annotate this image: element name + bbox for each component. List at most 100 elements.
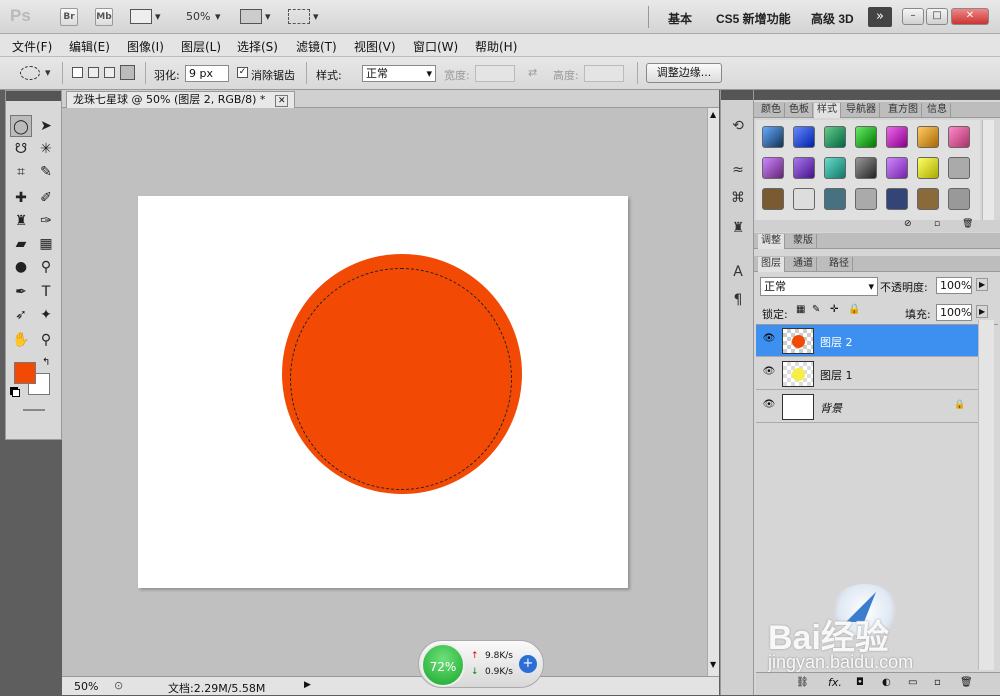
style-swatch[interactable] xyxy=(793,157,815,179)
layer-name[interactable]: 图层 1 xyxy=(820,367,853,383)
opacity-slider-icon[interactable]: ▶ xyxy=(976,278,989,291)
new-selection-icon[interactable] xyxy=(72,67,83,78)
eyedropper-tool-icon[interactable]: ✎ xyxy=(35,161,57,183)
menu-file[interactable]: 文件(F) xyxy=(12,38,52,55)
hand-tool-icon[interactable]: ✋ xyxy=(10,329,32,351)
menu-select[interactable]: 选择(S) xyxy=(237,38,278,55)
mini-bridge-button[interactable]: Mb xyxy=(95,8,113,26)
menu-filter[interactable]: 滤镜(T) xyxy=(296,38,337,55)
refine-edge-button[interactable]: 调整边缘... xyxy=(646,63,722,83)
brush-tool-icon[interactable]: ✐ xyxy=(35,187,57,209)
lasso-tool-icon[interactable]: ☋ xyxy=(10,138,32,160)
more-workspaces-button[interactable]: » xyxy=(868,7,892,27)
crop-tool-icon[interactable]: ⌗ xyxy=(10,161,32,183)
workspace-cs5-new[interactable]: CS5 新增功能 xyxy=(716,10,791,27)
gradient-tool-icon[interactable]: ▦ xyxy=(35,233,57,255)
character-icon[interactable]: A xyxy=(729,264,747,282)
dropdown-arrow-icon[interactable]: ▾ xyxy=(155,10,161,23)
bridge-button[interactable]: Br xyxy=(60,8,78,26)
scroll-up-icon[interactable]: ▲ xyxy=(710,110,716,119)
tab-styles[interactable]: 样式 xyxy=(814,103,841,118)
paragraph-icon[interactable]: ¶ xyxy=(729,292,747,310)
path-selection-tool-icon[interactable]: ➶ xyxy=(10,304,32,326)
healing-brush-tool-icon[interactable]: ✚ xyxy=(10,187,32,209)
zoom-level[interactable]: 50% xyxy=(186,10,210,23)
menu-image[interactable]: 图像(I) xyxy=(127,38,164,55)
layer-row-layer1[interactable]: 👁 图层 1 xyxy=(756,358,978,390)
tab-histogram[interactable]: 直方图 xyxy=(885,103,922,118)
tab-swatches[interactable]: 色板 xyxy=(786,103,813,118)
tab-layers[interactable]: 图层 xyxy=(758,257,785,272)
brush-panel-icon[interactable]: ⌘ xyxy=(729,190,747,208)
visibility-eye-icon[interactable]: 👁 xyxy=(762,333,776,347)
lock-transparent-icon[interactable]: ▦ xyxy=(796,304,805,315)
clone-source-icon[interactable]: ♜ xyxy=(729,220,747,238)
menu-help[interactable]: 帮助(H) xyxy=(475,38,517,55)
pen-tool-icon[interactable]: ✒ xyxy=(10,281,32,303)
menu-window[interactable]: 窗口(W) xyxy=(413,38,458,55)
vertical-scrollbar[interactable]: ▲ ▼ xyxy=(707,108,719,676)
style-swatch[interactable] xyxy=(886,126,908,148)
style-swatch[interactable] xyxy=(824,126,846,148)
menu-view[interactable]: 视图(V) xyxy=(354,38,396,55)
fill-input[interactable]: 100% xyxy=(936,304,972,321)
quick-mask-icon[interactable] xyxy=(23,409,45,411)
clear-style-icon[interactable]: ⊘ xyxy=(904,219,912,229)
close-tab-icon[interactable]: ✕ xyxy=(274,95,289,107)
elliptical-marquee-icon[interactable] xyxy=(20,66,40,80)
tab-paths[interactable]: 路径 xyxy=(826,257,853,272)
tab-adjustments[interactable]: 调整 xyxy=(758,234,785,249)
blur-tool-icon[interactable]: ● xyxy=(10,256,32,278)
brush-presets-icon[interactable]: ≈ xyxy=(729,162,747,180)
style-swatch[interactable] xyxy=(948,157,970,179)
arrange-documents-icon[interactable] xyxy=(240,9,262,24)
visibility-eye-icon[interactable]: 👁 xyxy=(762,399,776,413)
style-swatch[interactable] xyxy=(824,157,846,179)
style-swatch[interactable] xyxy=(886,188,908,210)
default-colors-icon[interactable] xyxy=(12,389,20,397)
new-style-icon[interactable]: ▫ xyxy=(934,219,940,229)
status-zoom[interactable]: 50% xyxy=(74,680,98,693)
style-swatch[interactable] xyxy=(855,188,877,210)
style-swatch[interactable] xyxy=(917,126,939,148)
style-swatch[interactable] xyxy=(886,157,908,179)
clone-stamp-tool-icon[interactable]: ♜ xyxy=(10,210,32,232)
blend-mode-select[interactable]: 正常 ▾ xyxy=(760,277,878,296)
status-info-icon[interactable]: ⊙ xyxy=(114,679,123,692)
lock-position-icon[interactable]: ✛ xyxy=(830,304,838,315)
style-swatch[interactable] xyxy=(793,126,815,148)
layer-row-background[interactable]: 👁 背景 🔒 xyxy=(756,391,978,423)
styles-scrollbar[interactable] xyxy=(982,120,994,220)
style-swatch[interactable] xyxy=(917,188,939,210)
style-swatch[interactable] xyxy=(855,126,877,148)
tab-masks[interactable]: 蒙版 xyxy=(790,234,817,249)
layer-name[interactable]: 背景 xyxy=(820,400,842,416)
menu-edit[interactable]: 编辑(E) xyxy=(69,38,110,55)
style-select[interactable]: 正常 ▾ xyxy=(362,65,436,82)
opacity-input[interactable]: 100% xyxy=(936,277,972,294)
zoom-dropdown-icon[interactable]: ▾ xyxy=(215,10,221,23)
style-swatch[interactable] xyxy=(762,126,784,148)
tool-preset-dropdown-icon[interactable]: ▾ xyxy=(45,66,51,79)
move-tool-icon[interactable]: ➤ xyxy=(35,115,57,137)
visibility-eye-icon[interactable]: 👁 xyxy=(762,366,776,380)
style-swatch[interactable] xyxy=(948,188,970,210)
elliptical-marquee-tool-icon[interactable]: ◯ xyxy=(10,115,32,137)
layer-name[interactable]: 图层 2 xyxy=(820,334,853,350)
view-extras-icon[interactable] xyxy=(130,9,152,24)
type-tool-icon[interactable]: T xyxy=(35,281,57,303)
swap-colors-icon[interactable]: ↰ xyxy=(42,357,50,368)
scroll-down-icon[interactable]: ▼ xyxy=(710,660,716,669)
memory-gauge[interactable]: 72% xyxy=(421,643,465,687)
foreground-color-swatch[interactable] xyxy=(14,362,36,384)
style-swatch[interactable] xyxy=(762,157,784,179)
history-icon[interactable]: ⟲ xyxy=(729,118,747,136)
document-tab[interactable]: 龙珠七星球 @ 50% (图层 2, RGB/8) * ✕ xyxy=(66,91,296,108)
delete-style-icon[interactable]: 🗑 xyxy=(962,219,973,229)
fill-slider-icon[interactable]: ▶ xyxy=(976,305,989,318)
lock-image-icon[interactable]: ✎ xyxy=(812,304,820,315)
tab-navigator[interactable]: 导航器 xyxy=(843,103,880,118)
tab-channels[interactable]: 通道 xyxy=(790,257,817,272)
intersect-selection-icon[interactable] xyxy=(120,65,135,80)
zoom-tool-icon[interactable]: ⚲ xyxy=(35,329,57,351)
